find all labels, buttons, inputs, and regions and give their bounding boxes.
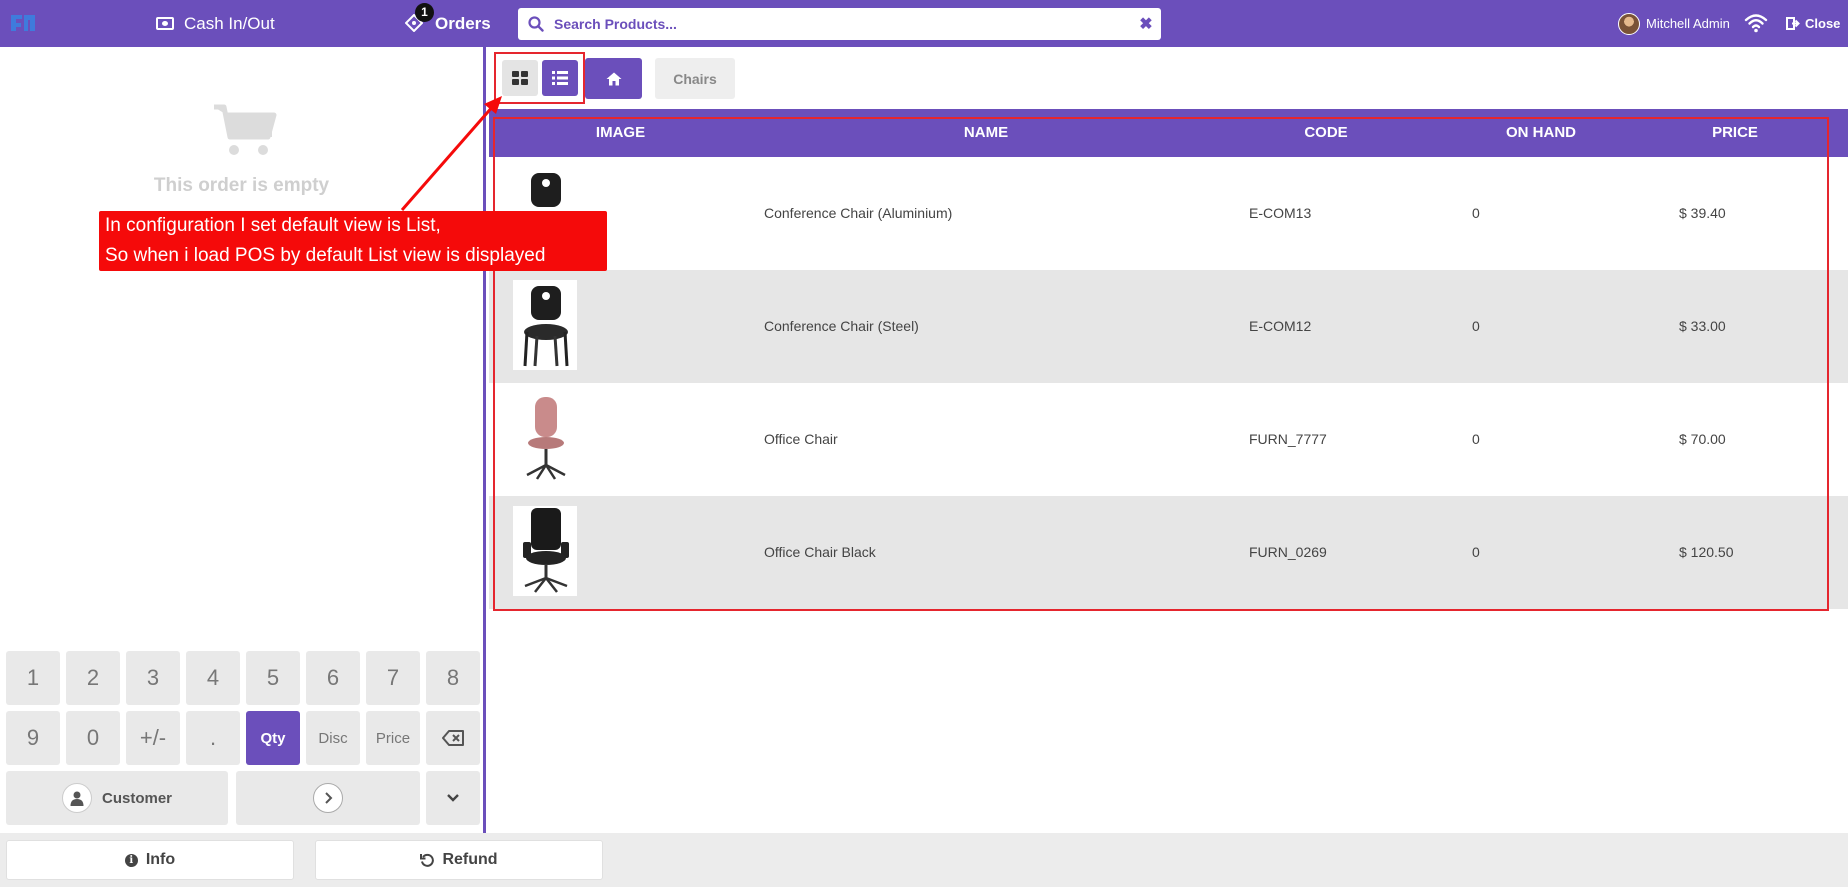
numpad-key-9[interactable]: 9 <box>6 711 60 765</box>
product-name: Office Chair <box>764 431 838 447</box>
clear-search-icon[interactable]: ✖ <box>1131 8 1161 40</box>
chevron-right-icon <box>313 783 343 813</box>
cash-in-out-button[interactable]: Cash In/Out <box>156 0 275 47</box>
order-panel: This order is empty 1 2 3 4 5 6 7 8 9 0 … <box>0 47 486 833</box>
undo-icon <box>420 853 435 867</box>
close-button[interactable]: Close <box>1786 0 1840 47</box>
refund-label: Refund <box>442 851 498 868</box>
table-row[interactable]: Conference Chair (Aluminium) E-COM13 0 $… <box>489 157 1848 270</box>
sign-out-icon <box>1786 17 1800 30</box>
top-bar: Cash In/Out 1 Orders ✖ Mitchell Admin Cl… <box>0 0 1848 47</box>
numpad-key-plus-minus[interactable]: +/- <box>126 711 180 765</box>
cash-icon <box>156 17 174 30</box>
ticket-icon: 1 <box>404 2 434 34</box>
info-button[interactable]: i Info <box>6 840 294 880</box>
numpad-key-2[interactable]: 2 <box>66 651 120 705</box>
product-name: Office Chair Black <box>764 544 876 560</box>
user-icon <box>61 783 92 813</box>
customer-label: Customer <box>101 789 172 807</box>
view-toggle-highlight <box>494 52 585 104</box>
product-code: E-COM13 <box>1249 205 1312 221</box>
numpad-key-5[interactable]: 5 <box>246 651 300 705</box>
product-name: Conference Chair (Steel) <box>764 318 919 334</box>
user-name: Mitchell Admin <box>1646 16 1730 31</box>
search-input[interactable] <box>554 8 1131 40</box>
info-label: Info <box>145 851 176 868</box>
numpad-mode-price[interactable]: Price <box>366 711 420 765</box>
table-row[interactable]: Office Chair FURN_7777 0 $ 70.00 <box>489 383 1848 496</box>
chevron-down-icon <box>447 794 459 802</box>
bottom-action-bar: i Info Refund <box>0 833 1848 887</box>
avatar <box>1618 12 1640 35</box>
product-on-hand: 0 <box>1472 318 1480 334</box>
numpad-mode-qty[interactable]: Qty <box>246 711 300 765</box>
product-on-hand: 0 <box>1472 205 1480 221</box>
product-price: $ 70.00 <box>1679 431 1726 447</box>
product-image-black-executive-chair <box>513 506 577 596</box>
numpad-key-decimal[interactable]: . <box>186 711 240 765</box>
table-header: IMAGE NAME CODE ON HAND PRICE <box>489 109 1848 157</box>
orders-label: Orders <box>435 13 491 33</box>
wifi-icon <box>1744 14 1768 33</box>
home-category-button[interactable] <box>585 58 642 99</box>
product-search-bar: ✖ <box>518 8 1161 40</box>
column-header-code: CODE <box>1304 124 1348 141</box>
info-icon: i <box>124 853 138 867</box>
numpad-key-1[interactable]: 1 <box>6 651 60 705</box>
annotation-line-2: So when i load POS by default List view … <box>105 245 546 266</box>
numpad-key-4[interactable]: 4 <box>186 651 240 705</box>
cash-in-out-label: Cash In/Out <box>184 13 275 33</box>
product-on-hand: 0 <box>1472 431 1480 447</box>
table-row[interactable]: Conference Chair (Steel) E-COM12 0 $ 33.… <box>489 270 1848 383</box>
product-code: FURN_7777 <box>1249 431 1327 447</box>
annotation-callout: In configuration I set default view is L… <box>99 211 607 271</box>
product-image-pink-office-chair <box>513 393 577 483</box>
search-icon <box>518 8 554 40</box>
numpad-key-8[interactable]: 8 <box>426 651 480 705</box>
numpad-mode-disc[interactable]: Disc <box>306 711 360 765</box>
annotation-line-1: In configuration I set default view is L… <box>105 215 441 236</box>
user-menu[interactable]: Mitchell Admin <box>1618 0 1730 47</box>
refund-button[interactable]: Refund <box>315 840 603 880</box>
payment-button[interactable] <box>236 771 420 825</box>
orders-count-badge: 1 <box>415 2 434 22</box>
backspace-button[interactable] <box>426 711 480 765</box>
numpad-key-6[interactable]: 6 <box>306 651 360 705</box>
product-list-table: IMAGE NAME CODE ON HAND PRICE Conference… <box>489 109 1848 609</box>
product-image-black-conference-chair <box>513 280 577 370</box>
product-on-hand: 0 <box>1472 544 1480 560</box>
column-header-price: PRICE <box>1712 124 1758 141</box>
product-price: $ 33.00 <box>1679 318 1726 334</box>
product-code: E-COM12 <box>1249 318 1312 334</box>
customer-button[interactable]: Customer <box>6 771 228 825</box>
numpad-key-0[interactable]: 0 <box>66 711 120 765</box>
product-price: $ 120.50 <box>1679 544 1734 560</box>
numpad-key-7[interactable]: 7 <box>366 651 420 705</box>
column-header-image: IMAGE <box>595 124 646 141</box>
product-code: FURN_0269 <box>1249 544 1327 560</box>
product-price: $ 39.40 <box>1679 205 1726 221</box>
more-actions-button[interactable] <box>426 771 480 825</box>
orders-button[interactable]: 1 Orders <box>404 0 491 47</box>
shopping-cart-icon <box>214 104 277 155</box>
category-breadcrumb-chairs[interactable]: Chairs <box>655 58 735 99</box>
product-name: Conference Chair (Aluminium) <box>764 205 953 221</box>
empty-order-text: This order is empty <box>153 175 330 196</box>
table-row[interactable]: Office Chair Black FURN_0269 0 $ 120.50 <box>489 496 1848 609</box>
numpad-key-3[interactable]: 3 <box>126 651 180 705</box>
app-logo-icon[interactable] <box>10 11 36 35</box>
column-header-on-hand: ON HAND <box>1506 124 1576 141</box>
column-header-name: NAME <box>963 124 1009 141</box>
close-label: Close <box>1805 16 1841 31</box>
backspace-icon <box>442 730 464 746</box>
home-icon <box>606 72 621 85</box>
